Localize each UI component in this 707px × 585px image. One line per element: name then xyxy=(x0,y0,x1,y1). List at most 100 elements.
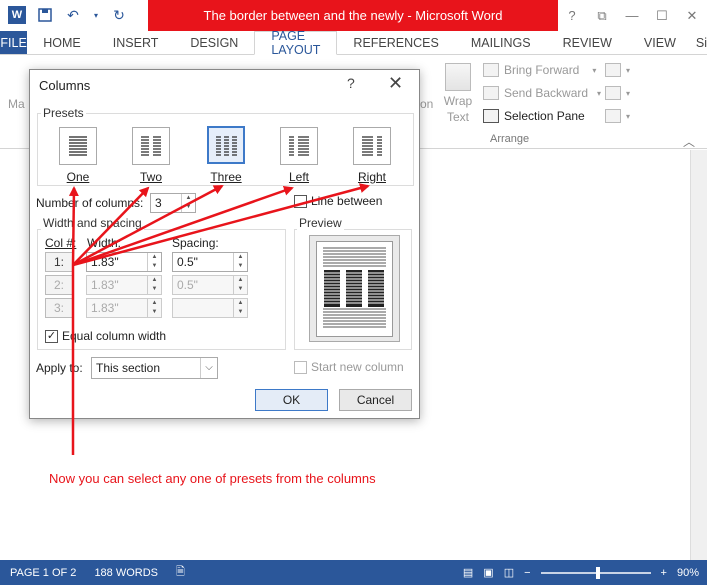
word-count[interactable]: 188 WORDS xyxy=(94,567,158,579)
read-mode-icon[interactable]: ▤ xyxy=(463,566,473,579)
spacing-field-1[interactable]: 0.5" ▲ ▼ xyxy=(172,252,248,272)
bring-forward-button[interactable]: Bring Forward ▾ xyxy=(483,63,596,77)
preset-two-label[interactable]: Two xyxy=(121,170,181,184)
tab-references[interactable]: REFERENCES xyxy=(337,31,454,54)
stepper-arrows-icon[interactable]: ▲ ▼ xyxy=(181,194,195,212)
wrap-text-button[interactable]: Wrap Text xyxy=(440,63,476,125)
tab-insert[interactable]: INSERT xyxy=(97,31,175,54)
page-count[interactable]: PAGE 1 OF 2 xyxy=(10,567,76,579)
web-layout-icon[interactable]: ◫ xyxy=(504,566,514,579)
vertical-scrollbar[interactable] xyxy=(690,150,707,560)
tab-review[interactable]: REVIEW xyxy=(547,31,628,54)
chevron-down-icon[interactable]: ⌵ xyxy=(200,358,217,378)
tab-home[interactable]: HOME xyxy=(27,31,97,54)
redo-icon[interactable]: ↻ xyxy=(110,6,128,24)
chevron-down-icon[interactable]: ▾ xyxy=(597,89,601,98)
ok-button[interactable]: OK xyxy=(255,389,328,411)
align-button[interactable]: ▾ xyxy=(605,63,630,77)
preset-two-button[interactable] xyxy=(132,127,170,165)
spacing-header: Spacing: xyxy=(172,236,219,250)
equal-column-width-label[interactable]: Equal column width xyxy=(62,329,166,343)
print-layout-icon[interactable]: ▣ xyxy=(483,566,493,579)
minimize-button[interactable]: — xyxy=(617,8,647,23)
stepper-arrows-icon[interactable]: ▲ ▼ xyxy=(147,253,161,271)
stepper-arrows-icon[interactable]: ▲ ▼ xyxy=(147,299,161,317)
zoom-in-icon[interactable]: + xyxy=(661,567,667,579)
group-icon xyxy=(605,86,621,100)
cancel-button[interactable]: Cancel xyxy=(339,389,412,411)
stepper-arrows-icon[interactable]: ▲ ▼ xyxy=(147,276,161,294)
equal-column-width-checkbox[interactable]: ✓ xyxy=(45,330,58,343)
proofing-icon[interactable]: 🗎 xyxy=(176,563,185,582)
margins-button[interactable]: Ma xyxy=(8,97,25,111)
tab-view[interactable]: VIEW xyxy=(628,31,692,54)
save-icon[interactable] xyxy=(36,6,54,24)
zoom-thumb[interactable] xyxy=(595,566,600,579)
zoom-level[interactable]: 90% xyxy=(677,567,699,579)
number-of-columns-label: Number of columns: xyxy=(36,196,144,210)
apply-to-value: This section xyxy=(96,361,161,375)
tab-design[interactable]: DESIGN xyxy=(174,31,254,54)
apply-to-select[interactable]: This section ⌵ xyxy=(91,357,218,379)
group-button[interactable]: ▾ xyxy=(605,86,630,100)
preset-three-button[interactable] xyxy=(207,126,245,164)
tab-mailings[interactable]: MAILINGS xyxy=(455,31,547,54)
help-icon[interactable]: ? xyxy=(557,8,587,23)
line-between-checkbox[interactable] xyxy=(294,195,307,208)
arrange-group-label: Arrange xyxy=(490,133,530,145)
close-icon[interactable]: ✕ xyxy=(388,73,403,94)
spacing-value-2: 0.5" xyxy=(177,278,198,292)
title-bar: W ↶ ▾ ↻ The border between and the newly… xyxy=(0,0,707,31)
chevron-down-icon[interactable]: ▾ xyxy=(592,66,596,75)
send-backward-label: Send Backward xyxy=(504,86,589,100)
line-between-label[interactable]: Line between xyxy=(311,194,382,208)
undo-icon[interactable]: ↶ xyxy=(64,6,82,24)
stepper-arrows-icon[interactable]: ▲ ▼ xyxy=(233,299,247,317)
maximize-button[interactable]: ☐ xyxy=(647,8,677,24)
three-columns-icon xyxy=(216,136,237,156)
ribbon-display-icon[interactable]: ⧉ xyxy=(587,8,617,24)
preset-right-label[interactable]: Right xyxy=(342,170,402,184)
number-of-columns-stepper[interactable]: 3 ▲ ▼ xyxy=(150,193,196,213)
window-title: The border between and the newly - Micro… xyxy=(148,0,558,31)
preset-right-button[interactable] xyxy=(353,127,391,165)
preset-three-label[interactable]: Three xyxy=(196,170,256,184)
zoom-slider[interactable] xyxy=(540,566,651,579)
tab-page-layout[interactable]: PAGE LAYOUT xyxy=(254,29,338,57)
width-field-2[interactable]: 1.83" ▲ ▼ xyxy=(86,275,162,295)
selection-pane-button[interactable]: Selection Pane xyxy=(483,109,585,123)
collapse-ribbon-icon[interactable]: ︿ xyxy=(683,133,695,150)
preview-label: Preview xyxy=(297,216,344,230)
width-field-3[interactable]: 1.83" ▲ ▼ xyxy=(86,298,162,318)
preview-columns-graphic xyxy=(323,247,386,328)
tab-file[interactable]: FILE xyxy=(0,31,28,54)
tab-signin[interactable]: Si xyxy=(692,31,707,54)
spacing-field-2[interactable]: 0.5" ▲ ▼ xyxy=(172,275,248,295)
width-field-1[interactable]: 1.83" ▲ ▼ xyxy=(86,252,162,272)
rotate-button[interactable]: ▾ xyxy=(605,109,630,123)
bring-forward-icon xyxy=(483,63,499,77)
stepper-arrows-icon[interactable]: ▲ ▼ xyxy=(233,276,247,294)
close-button[interactable]: ✕ xyxy=(677,8,707,24)
width-header: Width: xyxy=(87,236,122,250)
dialog-title: Columns xyxy=(39,78,91,93)
start-new-column-label[interactable]: Start new column xyxy=(311,360,404,374)
apply-to-label: Apply to: xyxy=(36,361,83,375)
zoom-out-icon[interactable]: − xyxy=(524,567,530,579)
preset-left-button[interactable] xyxy=(280,127,318,165)
col-number-1: 1: xyxy=(45,252,73,272)
start-new-column-checkbox[interactable] xyxy=(294,361,307,374)
stepper-arrows-icon[interactable]: ▲ ▼ xyxy=(233,253,247,271)
position-button-partial[interactable]: on xyxy=(420,97,433,111)
spacing-field-3[interactable]: ▲ ▼ xyxy=(172,298,248,318)
send-backward-button[interactable]: Send Backward ▾ xyxy=(483,86,601,100)
preset-one-button[interactable] xyxy=(59,127,97,165)
preset-one-label[interactable]: One xyxy=(48,170,108,184)
help-icon[interactable]: ? xyxy=(347,75,355,91)
spacing-value-1: 0.5" xyxy=(177,255,198,269)
width-spacing-label: Width and spacing xyxy=(41,216,144,230)
undo-dropdown-icon[interactable]: ▾ xyxy=(92,6,100,24)
rotate-icon xyxy=(605,109,621,123)
preset-left-label[interactable]: Left xyxy=(269,170,329,184)
selection-pane-icon xyxy=(483,109,499,123)
